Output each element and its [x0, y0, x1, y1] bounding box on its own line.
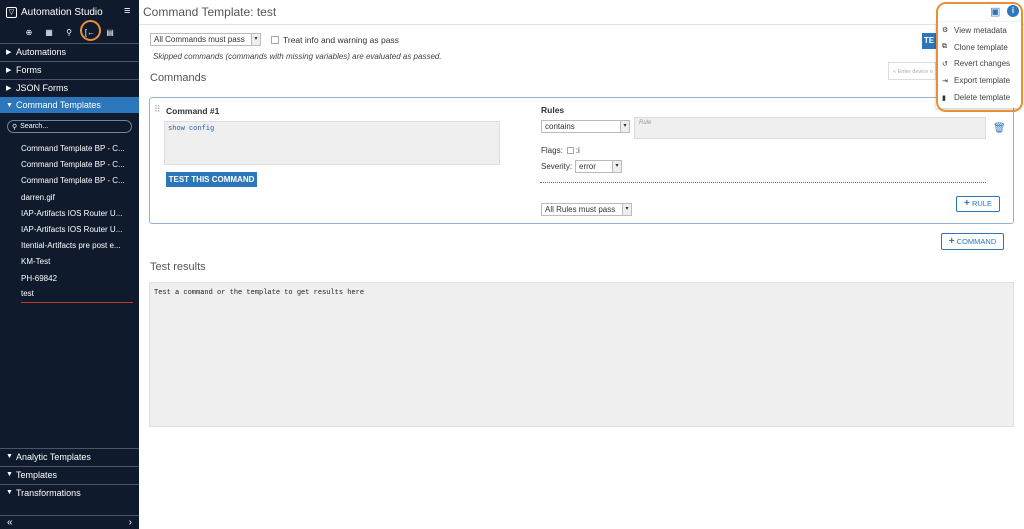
- plus-icon: +: [948, 236, 955, 247]
- chevron-down-icon: ▼: [6, 489, 13, 496]
- automation-studio-logo-icon: ▽: [6, 6, 17, 18]
- chevron-down-icon: ▼: [6, 101, 13, 109]
- sidebar-section-json-forms[interactable]: ▶ JSON Forms: [0, 79, 139, 95]
- sidebar-section-forms[interactable]: ▶ Forms: [0, 61, 139, 77]
- section-label: JSON Forms: [16, 82, 69, 93]
- collapse-left-icon[interactable]: «: [7, 517, 13, 528]
- list-item[interactable]: KM-Test: [21, 254, 133, 270]
- list-item[interactable]: Itential-Artifacts pre post e...: [21, 238, 133, 254]
- select-value: All Rules must pass: [545, 205, 616, 214]
- chevron-right-icon[interactable]: ›: [129, 517, 132, 528]
- search-placeholder: Search...: [20, 123, 49, 130]
- list-item[interactable]: darren.gif: [21, 190, 133, 206]
- hamburger-menu-icon[interactable]: ≡: [124, 5, 130, 17]
- page-title: Command Template: test: [143, 5, 277, 19]
- sidebar-section-automations[interactable]: ▶ Automations: [0, 43, 139, 59]
- add-icon[interactable]: ⊕: [23, 27, 35, 39]
- command-textarea[interactable]: show config: [164, 121, 500, 165]
- brand: ▽ Automation Studio: [6, 5, 103, 19]
- severity-label: Severity:: [541, 162, 573, 171]
- brand-title: Automation Studio: [21, 6, 103, 18]
- highlight-ring-import: [80, 20, 101, 41]
- rule-input[interactable]: Rule: [634, 117, 986, 139]
- section-label: Command Templates: [16, 100, 101, 110]
- severity-select[interactable]: error ▾: [575, 160, 622, 173]
- sidebar-section-command-templates[interactable]: ▼ Command Templates: [0, 97, 139, 113]
- sidebar-toolbar: ⊕ ▦ ⚲ [← ▤: [0, 24, 139, 42]
- button-label: COMMAND: [956, 237, 997, 246]
- section-label: Transformations: [16, 487, 81, 498]
- trash-icon[interactable]: 🗑: [993, 123, 1006, 134]
- add-command-button[interactable]: + COMMAND: [941, 233, 1004, 250]
- treat-info-checkbox[interactable]: Treat info and warning as pass: [271, 35, 399, 45]
- command-card: ⠿ Command #1 show config TEST THIS COMMA…: [149, 97, 1014, 224]
- search-input[interactable]: ⚲ Search...: [7, 120, 132, 133]
- list-item[interactable]: Command Template BP - C...: [21, 157, 133, 173]
- flags-i-label: :i: [575, 146, 580, 155]
- flags-label: Flags:: [541, 146, 563, 155]
- test-results-heading: Test results: [150, 261, 206, 273]
- list-item[interactable]: IAP-Artifacts IOS Router U...: [21, 222, 133, 238]
- chevron-right-icon: ▶: [6, 48, 12, 56]
- device-input[interactable]: « Enter device n: [888, 62, 936, 80]
- list-item[interactable]: Command Template BP - C...: [21, 173, 133, 189]
- chevron-down-icon: ▼: [6, 471, 13, 478]
- dotted-divider: [540, 182, 986, 183]
- flags-checkbox[interactable]: [566, 147, 574, 154]
- section-label: Analytic Templates: [16, 451, 91, 462]
- chevron-down-icon: ▾: [612, 161, 621, 172]
- search-icon: ⚲: [12, 123, 18, 131]
- chevron-right-icon: ▶: [6, 84, 12, 92]
- pass-mode-select[interactable]: All Commands must pass ▾: [150, 33, 261, 46]
- test-template-button[interactable]: TE: [922, 33, 936, 49]
- command-title: Command #1: [166, 106, 220, 116]
- section-label: Templates: [16, 469, 58, 480]
- template-list: Command Template BP - C... Command Templ…: [21, 141, 133, 303]
- plus-icon: +: [964, 198, 970, 209]
- grid-icon[interactable]: ▦: [43, 27, 55, 39]
- highlight-ring-menu: [936, 2, 1023, 112]
- rules-label: Rules: [541, 105, 565, 115]
- sidebar-section-analytic-templates[interactable]: ▼ Analytic Templates: [0, 448, 139, 464]
- checkbox-label: Treat info and warning as pass: [283, 35, 399, 45]
- list-item[interactable]: IAP-Artifacts IOS Router U...: [21, 206, 133, 222]
- chevron-down-icon: ▾: [620, 121, 629, 132]
- section-label: Automations: [16, 46, 67, 57]
- rules-mode-select[interactable]: All Rules must pass ▾: [541, 203, 632, 216]
- flags-row: Flags: :i: [541, 146, 580, 155]
- checkbox-box[interactable]: [271, 36, 279, 44]
- sidebar-section-transformations[interactable]: ▼ Transformations: [0, 484, 139, 500]
- main-content: Command Template: test ▣ i All Commands …: [139, 0, 1024, 529]
- sidebar-section-templates[interactable]: ▼ Templates: [0, 466, 139, 482]
- list-item[interactable]: PH-69842: [21, 271, 133, 287]
- button-label: RULE: [971, 199, 992, 208]
- section-label: Forms: [16, 64, 42, 75]
- chevron-down-icon: ▾: [251, 34, 260, 45]
- document-icon[interactable]: ▤: [104, 27, 116, 39]
- chevron-down-icon: ▼: [6, 453, 13, 460]
- select-value: All Commands must pass: [154, 35, 245, 44]
- test-this-command-button[interactable]: TEST THIS COMMAND: [166, 172, 257, 187]
- rule-type-select[interactable]: contains ▾: [541, 120, 630, 133]
- test-results-box: Test a command or the template to get re…: [149, 282, 1014, 427]
- add-rule-button[interactable]: + RULE: [956, 196, 1000, 212]
- select-value: error: [579, 162, 596, 171]
- commands-heading: Commands: [150, 72, 207, 84]
- header-divider: [139, 24, 1024, 25]
- skipped-note: Skipped commands (commands with missing …: [153, 52, 442, 61]
- list-item-active[interactable]: test: [21, 287, 133, 303]
- select-value: contains: [545, 122, 575, 131]
- drag-handle-icon[interactable]: ⠿: [154, 104, 161, 115]
- chevron-right-icon: ▶: [6, 66, 12, 74]
- list-item[interactable]: Command Template BP - C...: [21, 141, 133, 157]
- sidebar: ▽ Automation Studio ≡ ⊕ ▦ ⚲ [← ▤ ▶ Automat…: [0, 0, 139, 529]
- search-icon[interactable]: ⚲: [63, 27, 75, 39]
- chevron-down-icon: ▾: [622, 204, 631, 215]
- sidebar-footer: «›: [0, 515, 139, 529]
